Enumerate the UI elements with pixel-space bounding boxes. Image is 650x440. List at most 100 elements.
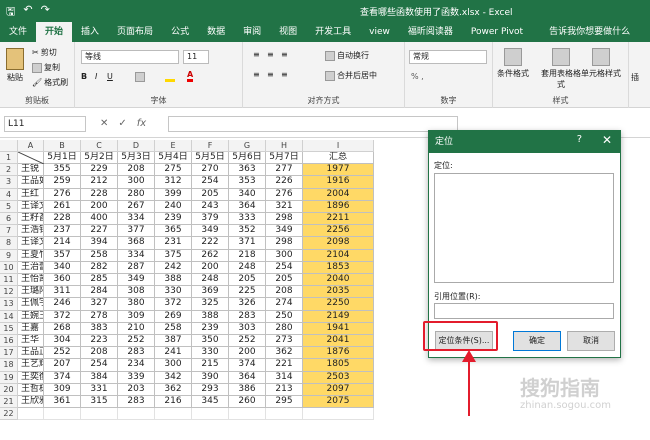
cell[interactable]: 374 xyxy=(229,359,266,372)
align-left-icon[interactable]: ≡ xyxy=(253,70,260,79)
tab-7[interactable]: 视图 xyxy=(270,22,306,42)
column-header[interactable]: H xyxy=(266,140,303,152)
cell[interactable]: 王夏竹 xyxy=(18,249,44,262)
cell[interactable]: 274 xyxy=(266,298,303,311)
goto-listbox[interactable] xyxy=(434,173,614,283)
cell[interactable]: 259 xyxy=(44,176,81,189)
cell[interactable]: 388 xyxy=(192,310,229,323)
row-header[interactable]: 9 xyxy=(0,249,18,262)
cell[interactable]: 200 xyxy=(192,261,229,274)
align-right-icon[interactable]: ≡ xyxy=(281,70,288,79)
cut-button[interactable]: ✂ 剪切 xyxy=(32,47,57,58)
align-middle-icon[interactable]: ≡ xyxy=(267,50,274,59)
cell[interactable]: 362 xyxy=(266,347,303,360)
cell[interactable]: 227 xyxy=(81,225,118,238)
cell[interactable]: 267 xyxy=(118,200,155,213)
cell[interactable]: 252 xyxy=(44,347,81,360)
cell[interactable]: 374 xyxy=(44,371,81,384)
redo-icon[interactable]: ↷ xyxy=(41,3,50,22)
cell[interactable]: 2041 xyxy=(303,335,374,348)
cell[interactable]: 365 xyxy=(155,225,192,238)
cell[interactable]: 234 xyxy=(118,359,155,372)
cell[interactable]: 350 xyxy=(192,335,229,348)
cell[interactable]: 340 xyxy=(229,188,266,201)
cell[interactable]: 226 xyxy=(266,176,303,189)
cell[interactable]: 276 xyxy=(266,188,303,201)
cell[interactable]: 364 xyxy=(229,200,266,213)
tab-2[interactable]: 插入 xyxy=(72,22,108,42)
cell[interactable]: 372 xyxy=(44,310,81,323)
column-header[interactable]: F xyxy=(192,140,229,152)
cell[interactable]: 王品如 xyxy=(18,176,44,189)
cell[interactable]: 303 xyxy=(229,322,266,335)
cell[interactable]: 300 xyxy=(155,359,192,372)
cell[interactable]: 2004 xyxy=(303,188,374,201)
cell[interactable]: 1977 xyxy=(303,164,374,177)
merge-center-button[interactable]: 合并后居中 xyxy=(325,70,377,81)
cell[interactable]: 334 xyxy=(118,213,155,226)
cell[interactable]: 239 xyxy=(155,213,192,226)
cell[interactable]: 王璐阳 xyxy=(18,286,44,299)
percent-icon[interactable]: % , xyxy=(411,72,424,81)
cell[interactable]: 239 xyxy=(192,322,229,335)
cell[interactable]: 王奕衡 xyxy=(18,371,44,384)
header-cell[interactable]: 汇总 xyxy=(303,152,374,165)
cell[interactable]: 2256 xyxy=(303,225,374,238)
cell[interactable]: 2098 xyxy=(303,237,374,250)
row-header[interactable]: 22 xyxy=(0,408,18,421)
row-header[interactable]: 11 xyxy=(0,274,18,287)
cell[interactable]: 383 xyxy=(81,322,118,335)
cell[interactable]: 388 xyxy=(155,274,192,287)
cell[interactable]: 384 xyxy=(81,371,118,384)
cell[interactable]: 2104 xyxy=(303,249,374,262)
header-cell[interactable]: 5月3日 xyxy=(118,152,155,165)
cell[interactable]: 254 xyxy=(192,176,229,189)
cell[interactable]: 362 xyxy=(155,383,192,396)
cell[interactable]: 321 xyxy=(266,200,303,213)
cell[interactable]: 2250 xyxy=(303,298,374,311)
cell[interactable]: 246 xyxy=(44,298,81,311)
cell[interactable]: 368 xyxy=(118,237,155,250)
cell[interactable]: 311 xyxy=(44,286,81,299)
header-cell[interactable]: 5月2日 xyxy=(81,152,118,165)
cell[interactable]: 387 xyxy=(155,335,192,348)
row-header[interactable]: 8 xyxy=(0,237,18,250)
cell[interactable]: 300 xyxy=(118,176,155,189)
cell[interactable]: 300 xyxy=(266,249,303,262)
wrap-text-button[interactable]: 自动换行 xyxy=(325,50,369,61)
cell[interactable]: 王锐 xyxy=(18,164,44,177)
cell[interactable]: 王红 xyxy=(18,188,44,201)
cell[interactable]: 205 xyxy=(192,188,229,201)
cell[interactable]: 王译文 xyxy=(18,200,44,213)
row-header[interactable]: 15 xyxy=(0,322,18,335)
column-header[interactable]: C xyxy=(81,140,118,152)
cell[interactable]: 1896 xyxy=(303,200,374,213)
column-header[interactable]: E xyxy=(155,140,192,152)
paste-button[interactable]: 粘贴 xyxy=(6,48,24,83)
save-icon[interactable]: 🖫 xyxy=(6,3,15,22)
cell[interactable]: 1941 xyxy=(303,322,374,335)
cell[interactable]: 222 xyxy=(192,237,229,250)
cell[interactable]: 王华 xyxy=(18,335,44,348)
cell[interactable]: 250 xyxy=(266,310,303,323)
cell[interactable]: 308 xyxy=(118,286,155,299)
ok-button[interactable]: 确定 xyxy=(513,331,561,351)
tab-5[interactable]: 数据 xyxy=(198,22,234,42)
tab-3[interactable]: 页面布局 xyxy=(108,22,162,42)
row-header[interactable]: 5 xyxy=(0,200,18,213)
header-cell[interactable]: 5月7日 xyxy=(266,152,303,165)
cell[interactable]: 342 xyxy=(155,371,192,384)
cell[interactable]: 248 xyxy=(192,274,229,287)
cell[interactable]: 212 xyxy=(81,176,118,189)
cell[interactable]: 330 xyxy=(192,347,229,360)
font-name-combo[interactable]: 等线 xyxy=(81,50,179,64)
cell[interactable]: 298 xyxy=(266,237,303,250)
cell[interactable]: 2097 xyxy=(303,383,374,396)
reference-input[interactable] xyxy=(434,303,614,319)
formula-input[interactable] xyxy=(168,116,458,132)
cell[interactable]: 282 xyxy=(81,261,118,274)
cell[interactable]: 254 xyxy=(266,261,303,274)
cell[interactable]: 215 xyxy=(192,359,229,372)
cell[interactable]: 200 xyxy=(229,347,266,360)
row-header[interactable]: 13 xyxy=(0,298,18,311)
